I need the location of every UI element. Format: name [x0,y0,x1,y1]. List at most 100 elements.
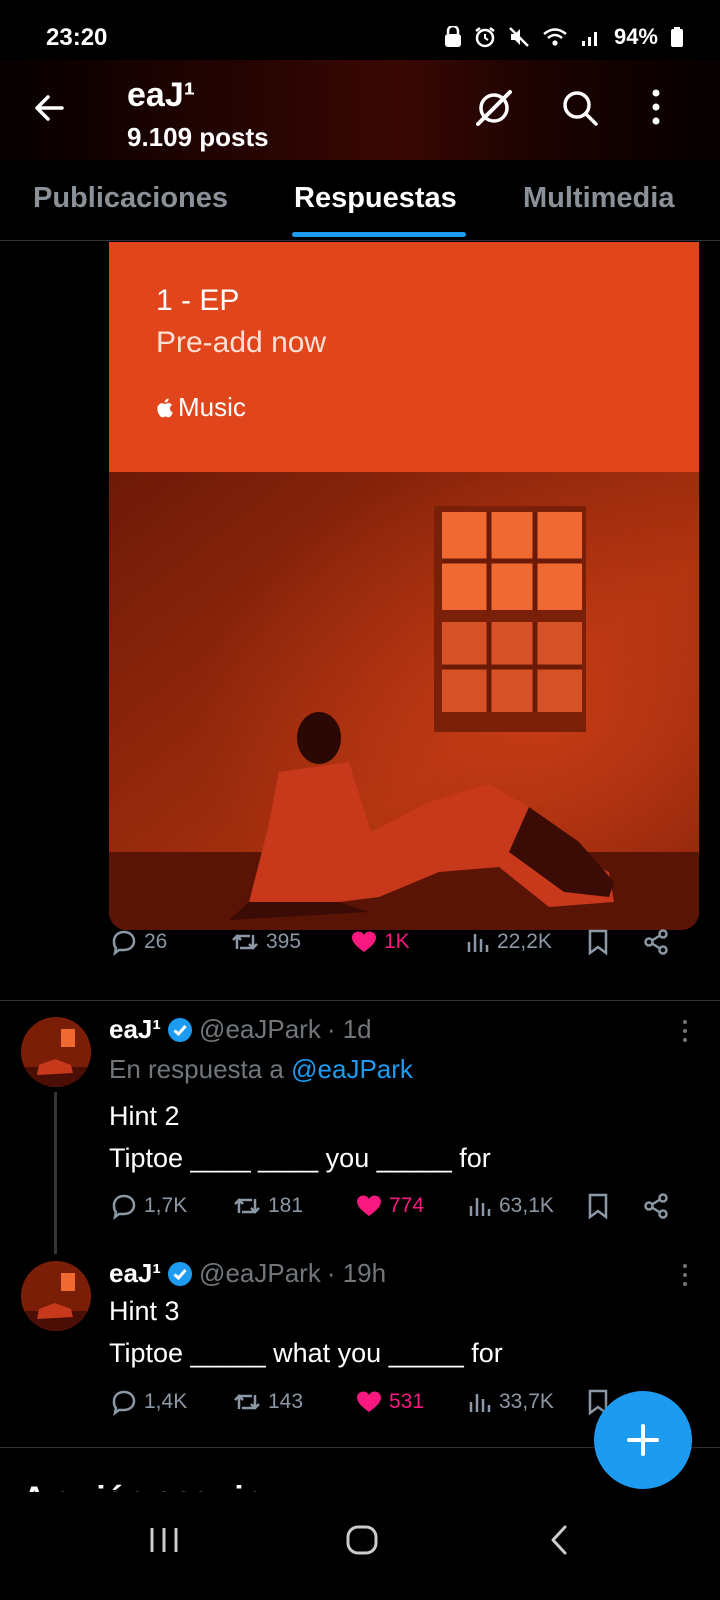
battery-percent: 94% [613,24,658,49]
views-icon [469,1198,491,1216]
bookmark-button[interactable] [586,1192,610,1220]
tweet-text-line: Tiptoe ____ ____ you _____ for [109,1143,491,1173]
window [434,506,586,732]
author-handle[interactable]: @eaJPark [199,1014,321,1045]
promo-title: 1 - EP [156,284,240,317]
divider [0,1000,720,1001]
reply-to-label: En respuesta a [109,1054,284,1084]
repost-button[interactable]: 181 [232,1192,303,1220]
battery-icon [671,27,683,47]
header-shade [0,60,720,160]
views-icon [467,934,489,952]
tweet-time: · 1d [326,1014,372,1044]
tweet-header: eaJ¹ @eaJPark · 19h [109,1258,386,1289]
grok-icon [476,90,512,126]
repost-count: 181 [268,1194,304,1217]
wifi-icon [543,28,567,46]
system-navigation-bar [0,1492,720,1600]
heart-filled-icon [357,1195,381,1216]
reply-icon [112,930,136,956]
compose-post-button[interactable] [594,1391,692,1489]
reply-button[interactable]: 1,7K [110,1192,187,1220]
avatar[interactable] [21,1017,91,1087]
author-handle[interactable]: @eaJPark [199,1258,321,1289]
more-dots-icon[interactable] [675,1261,695,1291]
signal-icon [581,32,597,46]
tweet-text-line: Tiptoe _____ what you _____ for [109,1338,503,1368]
avatar[interactable] [21,1261,91,1331]
active-tab-indicator [292,232,466,237]
avatar-image [21,1261,91,1331]
verified-badge-icon [168,1261,193,1286]
status-icons: 94% [444,24,684,50]
more-vertical-icon [652,89,660,125]
author-name[interactable]: eaJ¹ [109,1014,161,1045]
search-button[interactable] [558,86,602,130]
like-count: 531 [389,1390,425,1413]
lock-app-icon [444,26,461,47]
post-media-image[interactable]: 1 - EP Pre-add now Music [109,242,699,930]
like-button[interactable]: 774 [355,1192,424,1220]
repost-button[interactable]: 395 [230,928,301,956]
reply-button[interactable]: 26 [110,928,167,956]
views-button[interactable]: 22,2K [465,928,552,956]
share-button[interactable] [642,928,670,956]
recent-apps-icon[interactable] [144,1520,184,1560]
status-time: 23:20 [46,24,108,51]
reply-count: 26 [144,930,168,953]
reply-to-handle[interactable]: @eaJPark [291,1054,413,1084]
heart-filled-icon [352,931,376,952]
tweet-header: eaJ¹ @eaJPark · 1d [109,1014,372,1045]
share-icon [644,1193,668,1219]
more-options-button[interactable] [646,86,690,130]
view-count: 22,2K [497,930,552,953]
profile-tabs: Publicaciones Respuestas Multimedia [0,160,720,241]
reply-count: 1,4K [144,1390,188,1413]
tab-respuestas[interactable]: Respuestas [294,182,457,215]
more-dots-icon[interactable] [675,1017,695,1047]
promo-brand-label: Music [178,392,246,422]
post-actions: 26 395 1K 22,2K [110,928,685,968]
repost-count: 143 [268,1390,304,1413]
verified-badge-icon [168,1017,193,1042]
apple-logo-icon [157,397,173,417]
search-icon [563,91,598,126]
repost-icon [232,934,258,950]
repost-icon [234,1394,260,1410]
tab-publicaciones[interactable]: Publicaciones [33,182,228,215]
back-nav-icon[interactable] [540,1520,580,1560]
views-icon [469,1394,491,1412]
share-button[interactable] [642,1192,670,1220]
avatar-image [21,1017,91,1087]
alarm-icon [475,27,495,48]
album-artwork [109,472,699,930]
like-count: 774 [389,1194,425,1217]
repost-button[interactable]: 143 [232,1388,303,1416]
repost-icon [234,1198,260,1214]
tweet-text-line: Hint 3 [109,1296,180,1326]
bookmark-icon [588,929,608,956]
like-button[interactable]: 531 [355,1388,424,1416]
grok-button[interactable] [472,86,516,130]
repost-count: 395 [266,930,302,953]
back-button[interactable] [28,86,72,130]
home-icon[interactable] [342,1520,382,1560]
reply-button[interactable]: 1,4K [110,1388,187,1416]
bookmark-icon [588,1193,608,1220]
profile-name: eaJ¹ [127,76,196,114]
view-count: 33,7K [499,1390,554,1413]
bookmark-button[interactable] [586,928,610,956]
share-icon [644,929,668,955]
views-button[interactable]: 33,7K [467,1388,554,1416]
tab-multimedia[interactable]: Multimedia [523,182,674,215]
promo-banner: 1 - EP Pre-add now Music [109,242,699,472]
reply-context: En respuesta a @eaJPark [109,1054,413,1085]
like-button[interactable]: 1K [350,928,410,956]
tweet-time: · 19h [326,1258,387,1288]
views-button[interactable]: 63,1K [467,1192,554,1220]
status-bar: 23:20 94% [0,0,720,60]
tweet-text-line: Hint 2 [109,1101,180,1131]
like-count: 1K [384,930,410,953]
author-name[interactable]: eaJ¹ [109,1258,161,1289]
reply-icon [112,1194,136,1220]
